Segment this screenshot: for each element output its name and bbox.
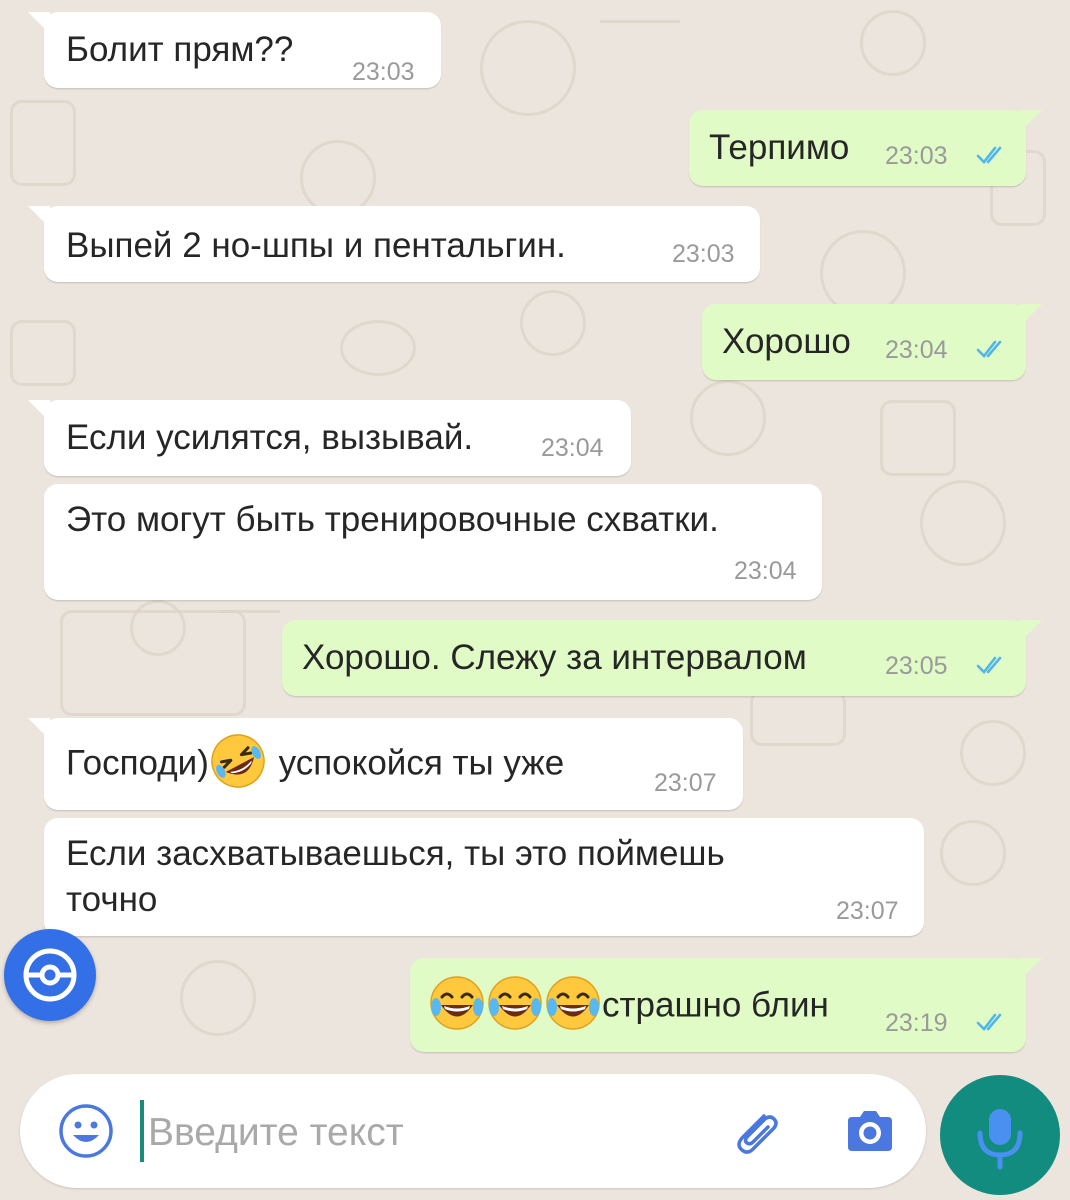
bubble-tail [28, 12, 50, 34]
bubble-tail [1020, 110, 1042, 132]
message-text-after: успокойся ты уже [268, 743, 565, 783]
bubble-tail [1020, 304, 1042, 326]
message-text-line-1: Если засхватываешься, ты это поймешь [66, 834, 725, 873]
double-check-icon [976, 656, 1002, 674]
message-text: Хорошо [722, 322, 851, 361]
message-time: 23:04 [734, 557, 797, 585]
message-outgoing[interactable]: Терпимо 23:03 [689, 110, 1042, 186]
message-incoming[interactable]: Господи) успокойся ты уже 23:07 [28, 718, 743, 810]
message-text-main: страшно блин [602, 985, 829, 1025]
double-check-icon [976, 1013, 1002, 1031]
message-text: Болит прям?? [66, 30, 294, 69]
message-incoming[interactable]: Болит прям?? 23:03 [28, 12, 441, 88]
message-time: 23:05 [885, 652, 948, 680]
emoji-group [428, 976, 602, 1030]
message-outgoing[interactable]: Хорошо. Слежу за интервалом 23:05 [282, 620, 1042, 696]
bubble-tail [1020, 620, 1042, 642]
message-time: 23:04 [885, 336, 948, 364]
message-time: 23:19 [885, 1009, 948, 1037]
bubble-tail [28, 206, 50, 228]
message-incoming[interactable]: Если засхватываешься, ты это поймешь точ… [44, 818, 924, 936]
rolling-on-floor-laughing-icon [211, 734, 265, 788]
double-check-icon [976, 340, 1002, 358]
tears-of-joy-icon [430, 976, 484, 1030]
microphone-icon [977, 1109, 1023, 1170]
message-time: 23:03 [885, 142, 948, 170]
bubble-tail [28, 400, 50, 422]
message-text-before: Господи) [66, 743, 209, 783]
message-text-line-2: точно [66, 880, 158, 919]
message-text: страшно блин [428, 976, 829, 1032]
message-time: 23:03 [672, 240, 735, 268]
text-cursor [140, 1100, 144, 1162]
pokeball-icon [23, 948, 77, 1002]
message-time: 23:03 [352, 58, 415, 86]
paperclip-icon[interactable] [726, 1102, 786, 1162]
message-outgoing[interactable]: страшно блин 23:19 [410, 958, 1042, 1052]
message-text: Если усилятся, вызывай. [66, 418, 474, 457]
message-text: Хорошо. Слежу за интервалом [302, 638, 807, 677]
message-text: Это могут быть тренировочные схватки. [66, 500, 719, 539]
bubble-tail [28, 718, 50, 740]
smiley-icon[interactable] [56, 1101, 116, 1161]
message-outgoing[interactable]: Хорошо 23:04 [702, 304, 1042, 380]
message-time: 23:07 [654, 769, 717, 797]
message-incoming[interactable]: Если усилятся, вызывай. 23:04 [28, 400, 631, 476]
message-input[interactable]: Введите текст [148, 1110, 404, 1156]
bubble-tail [1020, 958, 1042, 980]
tears-of-joy-icon [546, 976, 600, 1030]
floating-action-button[interactable] [4, 929, 96, 1021]
camera-icon[interactable] [840, 1101, 900, 1161]
message-incoming[interactable]: Это могут быть тренировочные схватки. 23… [44, 484, 822, 600]
message-text: Терпимо [709, 128, 850, 167]
voice-record-button[interactable] [940, 1075, 1060, 1195]
tears-of-joy-icon [488, 976, 542, 1030]
message-incoming[interactable]: Выпей 2 но-шпы и пентальгин. 23:03 [28, 206, 760, 282]
message-text: Господи) успокойся ты уже [66, 734, 565, 790]
message-text: Выпей 2 но-шпы и пентальгин. [66, 226, 566, 265]
message-input-bar[interactable]: Введите текст [20, 1074, 926, 1188]
double-check-icon [976, 146, 1002, 164]
message-time: 23:04 [541, 434, 604, 462]
message-time: 23:07 [836, 897, 899, 925]
